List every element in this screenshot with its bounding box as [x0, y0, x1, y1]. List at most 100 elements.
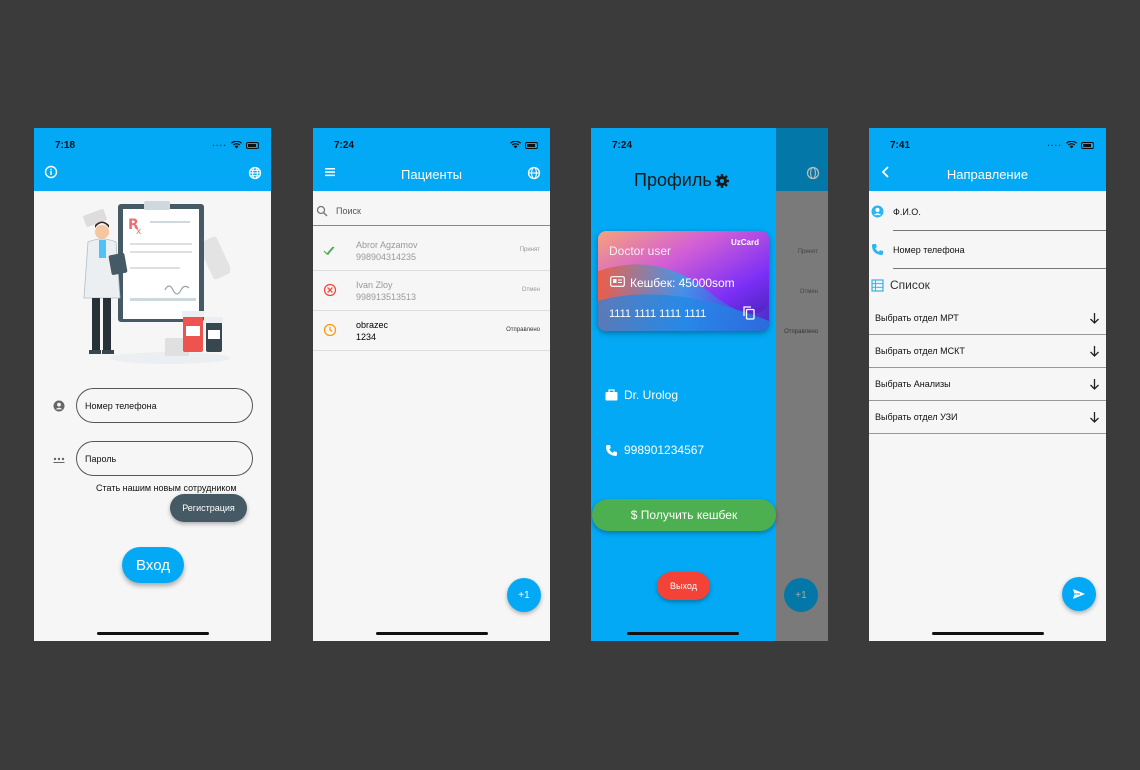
patient-row[interactable]: obrazec 1234 Отправлено	[313, 311, 550, 351]
home-indicator	[931, 632, 1044, 635]
option-label: Выбрать отдел МРТ	[875, 313, 959, 323]
card-brand: UzCard	[730, 238, 759, 247]
phone-text: 998901234567	[624, 443, 705, 457]
arrow-down-icon	[1090, 313, 1099, 324]
login-button[interactable]: Вход	[122, 547, 184, 583]
id-card-icon	[610, 276, 625, 287]
card-number: 1111 1111 1111 1111	[609, 308, 707, 320]
send-icon	[1073, 589, 1085, 599]
search-placeholder: Поиск	[336, 205, 361, 216]
home-indicator	[375, 632, 488, 635]
search-icon	[316, 205, 328, 217]
profile-screen: Принят Отмен Отправлено +1 7:24 Профиль	[591, 128, 828, 641]
globe-icon[interactable]	[248, 166, 262, 180]
password-dots-icon	[53, 457, 65, 463]
cashback-amount: Кешбек: 45000som	[630, 276, 735, 290]
account-circle-icon	[53, 400, 65, 412]
battery-icon	[525, 141, 538, 149]
card-owner: Doctor user	[609, 244, 672, 258]
wifi-icon	[510, 141, 521, 149]
arrow-down-icon	[1090, 412, 1099, 423]
status-bar: 7:24	[591, 128, 776, 162]
department-option[interactable]: Выбрать отдел МСКТ	[869, 335, 1106, 368]
phone-icon	[606, 444, 617, 456]
profile-title-text: Профиль	[634, 170, 712, 190]
status-icons	[510, 141, 538, 149]
clock-icon	[323, 323, 337, 337]
fio-label: Ф.И.О.	[893, 207, 921, 217]
list-label: Список	[890, 278, 930, 292]
exit-button[interactable]: Выход	[657, 572, 710, 600]
globe-icon[interactable]	[527, 166, 541, 180]
battery-icon	[246, 141, 259, 149]
patient-name: obrazec	[356, 320, 389, 330]
phone-row: 998901234567	[605, 443, 704, 457]
app-bar: Пациенты	[313, 157, 550, 191]
list-icon	[871, 278, 884, 292]
patient-phone: 998904314235	[356, 252, 417, 262]
option-label: Выбрать отдел МСКТ	[875, 346, 965, 356]
page-title: Направление	[946, 166, 1029, 182]
phone-input[interactable]: Номер телефона	[76, 388, 253, 423]
double-check-icon	[323, 246, 335, 255]
status-icons: ····	[212, 141, 259, 150]
patient-phone: 998913513513	[356, 292, 417, 302]
phone-underline	[893, 268, 1106, 269]
profile-title: Профиль	[634, 170, 730, 191]
cancel-circle-icon	[323, 283, 337, 297]
background-app-bar	[776, 128, 828, 191]
globe-icon	[806, 166, 820, 180]
list-heading: Список	[871, 278, 930, 292]
app-bar	[34, 157, 271, 191]
status-time: 7:24	[612, 139, 633, 151]
wifi-icon	[1066, 141, 1077, 149]
arrow-down-icon	[1090, 379, 1099, 390]
department-option[interactable]: Выбрать отдел УЗИ	[869, 401, 1106, 434]
app-bar: Направление	[869, 157, 1106, 191]
department-option[interactable]: Выбрать Анализы	[869, 368, 1106, 401]
phone-icon	[872, 244, 883, 255]
direction-screen: 7:41 ···· Направление Ф.И.О. Номер телеф…	[869, 128, 1106, 641]
patients-screen: 7:24 Пациенты Поиск Abror Agzamov 998904…	[313, 128, 550, 641]
status-time: 7:18	[55, 139, 76, 151]
home-indicator	[627, 632, 739, 635]
password-input[interactable]: Пароль	[76, 441, 253, 476]
briefcase-icon	[605, 389, 618, 401]
patient-name: Abror Agzamov	[356, 240, 418, 250]
back-chevron-icon[interactable]	[879, 165, 893, 179]
phone-label: Номер телефона	[893, 245, 965, 255]
department-option[interactable]: Выбрать отдел МРТ	[869, 302, 1106, 335]
add-patient-fab[interactable]: +1	[507, 578, 541, 612]
get-cashback-button[interactable]: $ Получить кешбек	[592, 499, 776, 531]
patient-phone: 1234	[356, 332, 377, 342]
arrow-down-icon	[1090, 346, 1099, 357]
patient-row[interactable]: Ivan Zloy 998913513513 Отмен	[313, 271, 550, 311]
search-input[interactable]: Поиск	[313, 196, 550, 226]
patient-row[interactable]: Abror Agzamov 998904314235 Принят	[313, 231, 550, 271]
page-title: Пациенты	[401, 166, 462, 182]
login-screen: 7:18 ···· R x Номер телефона Пароль Стат…	[34, 128, 271, 641]
background-status: Отправлено	[784, 329, 818, 335]
option-label: Выбрать Анализы	[875, 379, 951, 389]
info-icon[interactable]	[44, 165, 58, 179]
background-fab: +1	[784, 578, 818, 612]
gear-icon[interactable]	[714, 173, 730, 189]
home-indicator	[96, 632, 209, 635]
menu-icon[interactable]	[323, 165, 337, 179]
register-button[interactable]: Регистрация	[170, 494, 247, 522]
patient-name: Ivan Zloy	[356, 280, 393, 290]
patient-status: Принят	[519, 247, 540, 253]
phone-field[interactable]: Номер телефона	[869, 231, 1106, 269]
signal-icon: ····	[1047, 140, 1062, 150]
fio-field[interactable]: Ф.И.О.	[869, 193, 1106, 231]
account-circle-icon	[871, 205, 884, 218]
profile-drawer: 7:24 Профиль Doctor user UzCard Кешбек: …	[591, 128, 776, 641]
background-status: Отмен	[799, 289, 818, 295]
status-time: 7:41	[890, 139, 911, 151]
uzcard: Doctor user UzCard Кешбек: 45000som 1111…	[598, 231, 769, 331]
copy-icon[interactable]	[743, 306, 755, 320]
specialty-row: Dr. Urolog	[605, 388, 678, 402]
status-icons: ····	[1047, 141, 1094, 150]
send-fab[interactable]	[1062, 577, 1096, 611]
option-label: Выбрать отдел УЗИ	[875, 412, 958, 422]
